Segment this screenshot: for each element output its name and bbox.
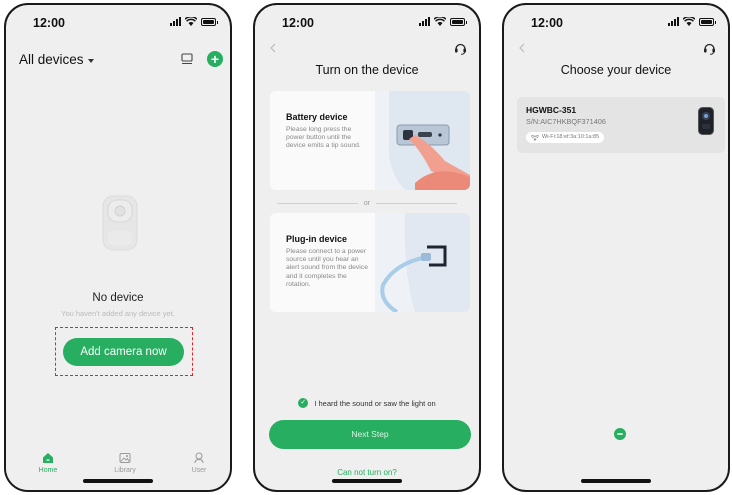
next-step-button[interactable]: Next Step xyxy=(269,420,471,449)
home-indicator xyxy=(332,479,402,483)
battery-card-description: Please long press the power button until… xyxy=(286,126,361,150)
empty-state-subtitle: You haven't added any device yet. xyxy=(61,309,175,318)
status-time: 12:00 xyxy=(282,16,314,30)
page-title: All devices xyxy=(19,52,84,67)
plugin-card-title: Plug-in device xyxy=(286,234,348,244)
signal-icon xyxy=(419,17,430,26)
tab-library[interactable]: Library xyxy=(100,452,150,474)
wifi-icon xyxy=(531,134,539,141)
wifi-icon xyxy=(185,17,197,26)
or-divider-text: or xyxy=(363,199,371,207)
customer-support-icon[interactable] xyxy=(454,42,467,55)
battery-icon xyxy=(201,18,218,26)
camera-placeholder-icon xyxy=(102,195,138,251)
cannot-turn-on-link[interactable]: Can not turn on? xyxy=(255,468,479,477)
press-button-illustration xyxy=(375,91,470,190)
status-time: 12:00 xyxy=(33,16,65,30)
empty-state-title: No device xyxy=(92,292,144,304)
status-icons xyxy=(170,17,218,26)
user-icon xyxy=(194,452,204,464)
phone-screen-home: 12:00 All devices + No device You haven'… xyxy=(4,3,232,492)
device-serial: S/N:AIC7HKBQF371406 xyxy=(526,117,606,126)
loading-spinner-icon xyxy=(614,428,626,440)
battery-icon xyxy=(450,18,467,26)
signal-icon xyxy=(668,17,679,26)
tab-bar: Home Library User xyxy=(6,445,230,490)
device-name: HGWBC-351 xyxy=(526,105,577,115)
wifi-icon xyxy=(683,17,695,26)
customer-support-icon[interactable] xyxy=(703,42,716,55)
plug-cable-illustration xyxy=(375,213,470,312)
device-filter-dropdown[interactable]: All devices xyxy=(19,52,94,67)
camera-thumbnail-icon xyxy=(698,107,714,135)
tab-user[interactable]: User xyxy=(174,452,224,474)
battery-card-title: Battery device xyxy=(286,112,348,122)
status-bar: 12:00 xyxy=(6,5,230,35)
back-chevron-icon[interactable] xyxy=(269,43,277,53)
battery-icon xyxy=(699,18,716,26)
screen-title: Choose your device xyxy=(560,63,672,77)
home-indicator xyxy=(581,479,651,483)
tab-user-label: User xyxy=(191,467,207,474)
status-time: 12:00 xyxy=(531,16,563,30)
tab-library-label: Library xyxy=(114,467,136,474)
status-bar: 12:00 xyxy=(255,5,479,35)
device-list-item[interactable]: HGWBC-351 S/N:AIC7HKBQF371406 Wi-Fi:18:e… xyxy=(517,97,725,153)
screen-title: Turn on the device xyxy=(315,63,419,77)
phone-screen-choose-device: 12:00 Choose your device HGWBC-351 S/N:A… xyxy=(502,3,730,492)
home-indicator xyxy=(83,479,153,483)
tab-home-label: Home xyxy=(38,467,58,474)
check-icon[interactable]: ✓ xyxy=(298,398,309,408)
wifi-icon xyxy=(434,17,446,26)
chevron-down-icon xyxy=(87,58,94,63)
battery-device-card[interactable]: Battery device Please long press the pow… xyxy=(270,91,470,190)
library-icon xyxy=(119,453,131,463)
or-divider: or xyxy=(277,198,458,208)
back-chevron-icon[interactable] xyxy=(518,43,526,53)
plugin-device-card[interactable]: Plug-in device Please connect to a power… xyxy=(270,213,470,312)
phone-screen-turn-on: 12:00 Turn on the device Battery device … xyxy=(253,3,481,492)
device-wifi-badge: Wi-Fi:18:ef:3a:10:1a:85 xyxy=(526,132,605,143)
status-icons xyxy=(668,17,716,26)
confirm-checkbox-row[interactable]: ✓ I heard the sound or saw the light on xyxy=(255,398,479,408)
device-wifi-mac: Wi-Fi:18:ef:3a:10:1a:85 xyxy=(542,134,600,140)
tab-home[interactable]: Home xyxy=(23,452,73,474)
add-device-icon[interactable]: + xyxy=(207,51,223,67)
add-camera-button[interactable]: Add camera now xyxy=(63,338,184,366)
device-list-icon[interactable] xyxy=(181,53,193,65)
plugin-card-description: Please connect to a power source until y… xyxy=(286,248,368,288)
confirm-label: I heard the sound or saw the light on xyxy=(314,398,436,408)
status-bar: 12:00 xyxy=(504,5,728,35)
signal-icon xyxy=(170,17,181,26)
home-icon xyxy=(43,453,53,463)
status-icons xyxy=(419,17,467,26)
